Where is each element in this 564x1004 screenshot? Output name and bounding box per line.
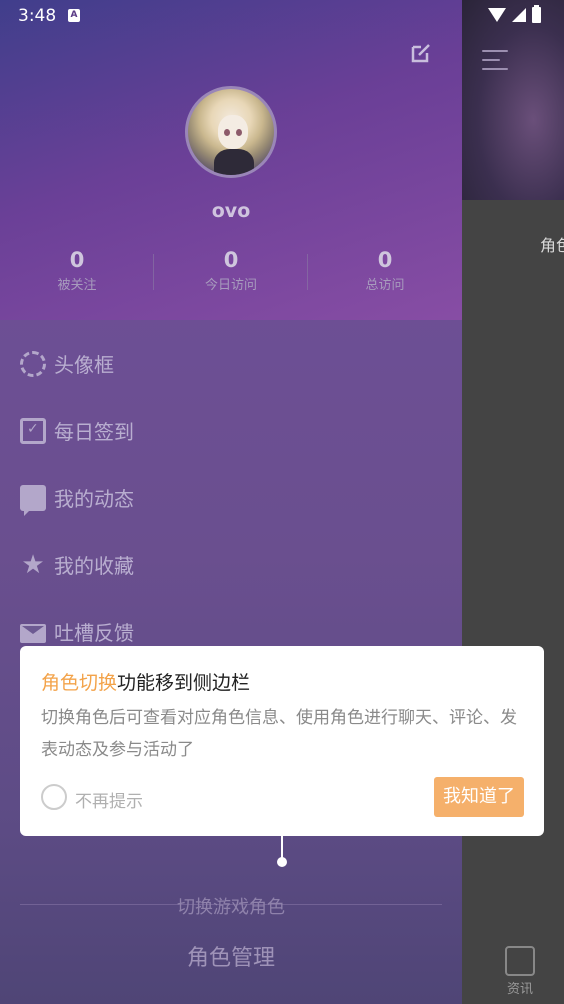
- edit-icon[interactable]: [410, 42, 432, 64]
- tip-connector-dot: [277, 857, 287, 867]
- side-drawer: ovo 0 被关注 0 今日访问 0 总访问 头像框 每日签到 我的动态: [0, 0, 462, 1004]
- role-manage-button[interactable]: 角色管理: [0, 940, 462, 972]
- stat-label: 被关注: [57, 278, 97, 293]
- menu-item-label: 我的动态: [54, 487, 134, 511]
- tip-dialog: 角色切换功能移到侧边栏 切换角色后可查看对应角色信息、使用角色进行聊天、评论、发…: [20, 646, 544, 836]
- stats-row: 0 被关注 0 今日访问 0 总访问: [0, 248, 462, 298]
- menu-item-daily-checkin[interactable]: 每日签到: [0, 397, 462, 464]
- star-icon: ★: [21, 549, 45, 580]
- switch-game-label: 切换游戏角色: [177, 897, 285, 918]
- stat-followers[interactable]: 0 被关注: [0, 248, 154, 298]
- main-partial-text: 角色: [540, 236, 564, 255]
- stat-today-visits[interactable]: 0 今日访问: [154, 248, 308, 298]
- wifi-icon: [488, 8, 506, 22]
- avatar[interactable]: [185, 86, 277, 178]
- status-time: 3:48: [18, 6, 57, 26]
- battery-icon: [532, 5, 541, 23]
- menu-item-label: 每日签到: [54, 420, 134, 444]
- a-icon: A: [68, 9, 80, 22]
- username: ovo: [211, 200, 251, 222]
- dialog-title: 角色切换功能移到侧边栏: [41, 668, 250, 695]
- stat-value: 0: [223, 248, 239, 272]
- news-icon: [505, 946, 535, 976]
- switch-game-role-button[interactable]: 切换游戏角色: [0, 893, 462, 919]
- dont-show-again-label[interactable]: 不再提示: [75, 787, 143, 812]
- drawer-menu: 头像框 每日签到 我的动态 ★ 我的收藏 吐槽反馈: [0, 330, 462, 665]
- menu-item-avatar-frame[interactable]: 头像框: [0, 330, 462, 397]
- stat-label: 今日访问: [204, 278, 257, 293]
- signal-icon: [512, 8, 526, 22]
- stat-total-visits[interactable]: 0 总访问: [308, 248, 462, 298]
- stat-label: 总访问: [365, 278, 405, 293]
- dialog-title-highlight: 角色切换: [41, 672, 118, 694]
- calendar-check-icon: [20, 417, 46, 444]
- stat-value: 0: [69, 248, 85, 272]
- tab-news-label: 资讯: [506, 982, 533, 997]
- status-bar: 3:48 A: [0, 0, 564, 32]
- menu-item-label: 头像框: [54, 353, 114, 377]
- tab-news[interactable]: 资讯: [500, 946, 540, 997]
- menu-icon[interactable]: [482, 50, 508, 72]
- avatar-frame-icon: [20, 350, 46, 377]
- dialog-title-rest: 功能移到侧边栏: [117, 672, 251, 694]
- menu-item-label: 我的收藏: [54, 554, 134, 578]
- chat-icon: [20, 484, 46, 516]
- menu-item-my-posts[interactable]: 我的动态: [0, 464, 462, 531]
- dialog-body: 切换角色后可查看对应角色信息、使用角色进行聊天、评论、发表动态及参与活动了: [41, 708, 517, 760]
- confirm-button[interactable]: 我知道了: [434, 777, 524, 817]
- dont-show-again-checkbox[interactable]: [41, 784, 67, 810]
- stat-value: 0: [377, 248, 393, 272]
- status-icons: [488, 5, 541, 23]
- menu-item-label: 吐槽反馈: [54, 621, 134, 645]
- mail-icon: [20, 623, 46, 643]
- menu-item-favorites[interactable]: ★ 我的收藏: [0, 531, 462, 598]
